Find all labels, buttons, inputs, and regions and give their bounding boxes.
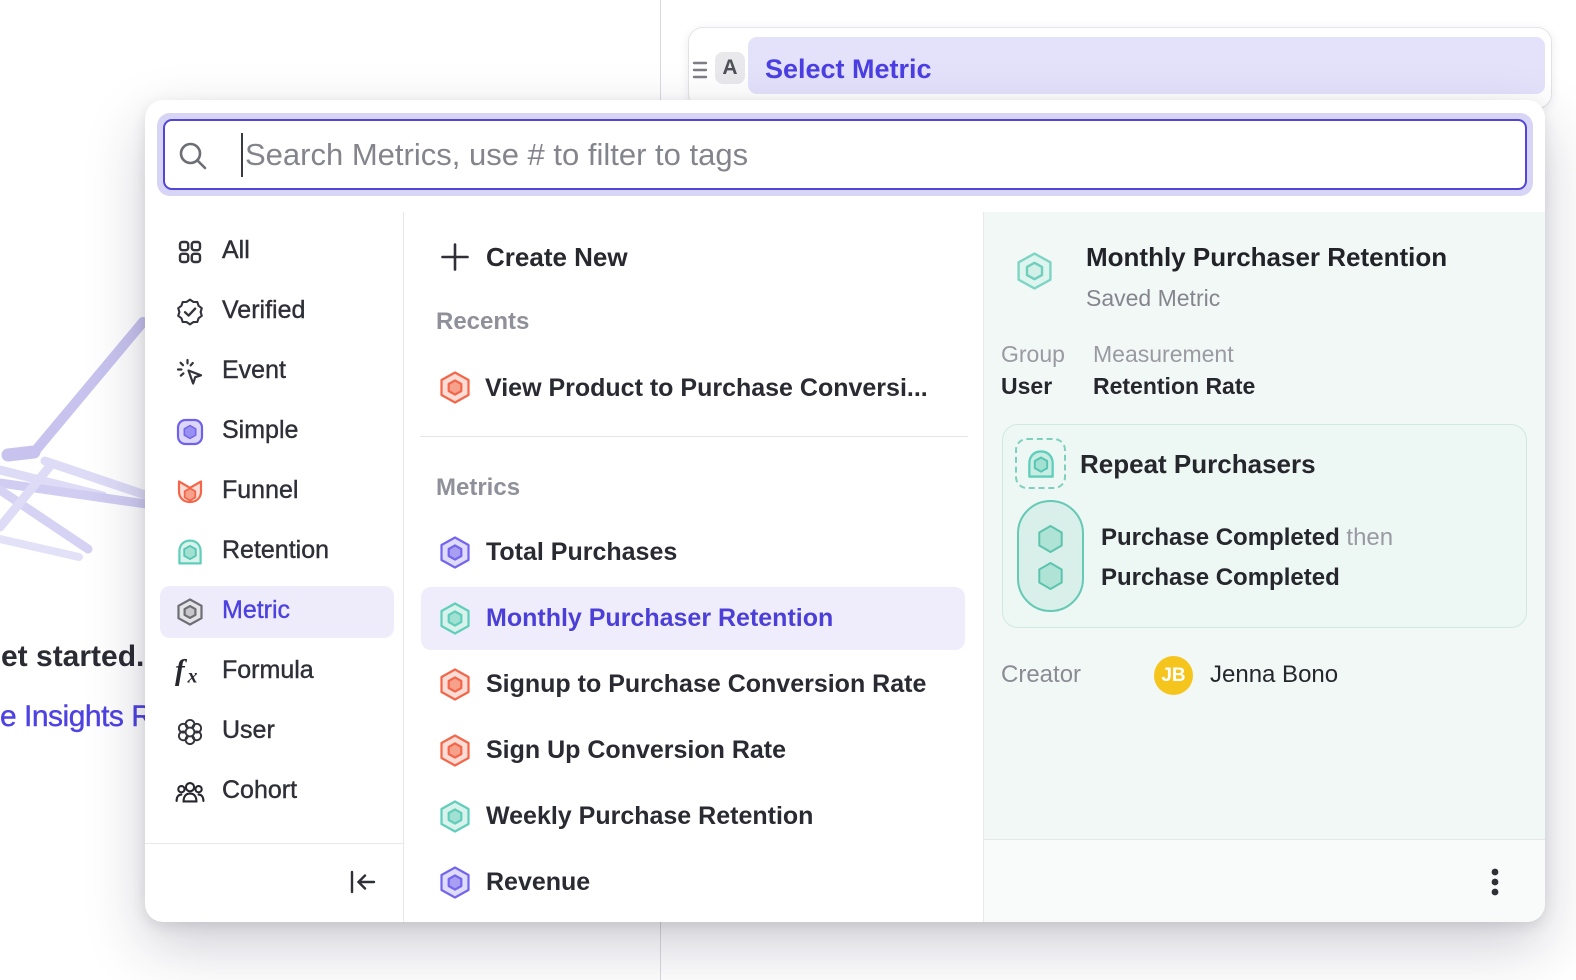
svg-text:x: x <box>187 665 198 687</box>
svg-text:f: f <box>175 656 188 687</box>
